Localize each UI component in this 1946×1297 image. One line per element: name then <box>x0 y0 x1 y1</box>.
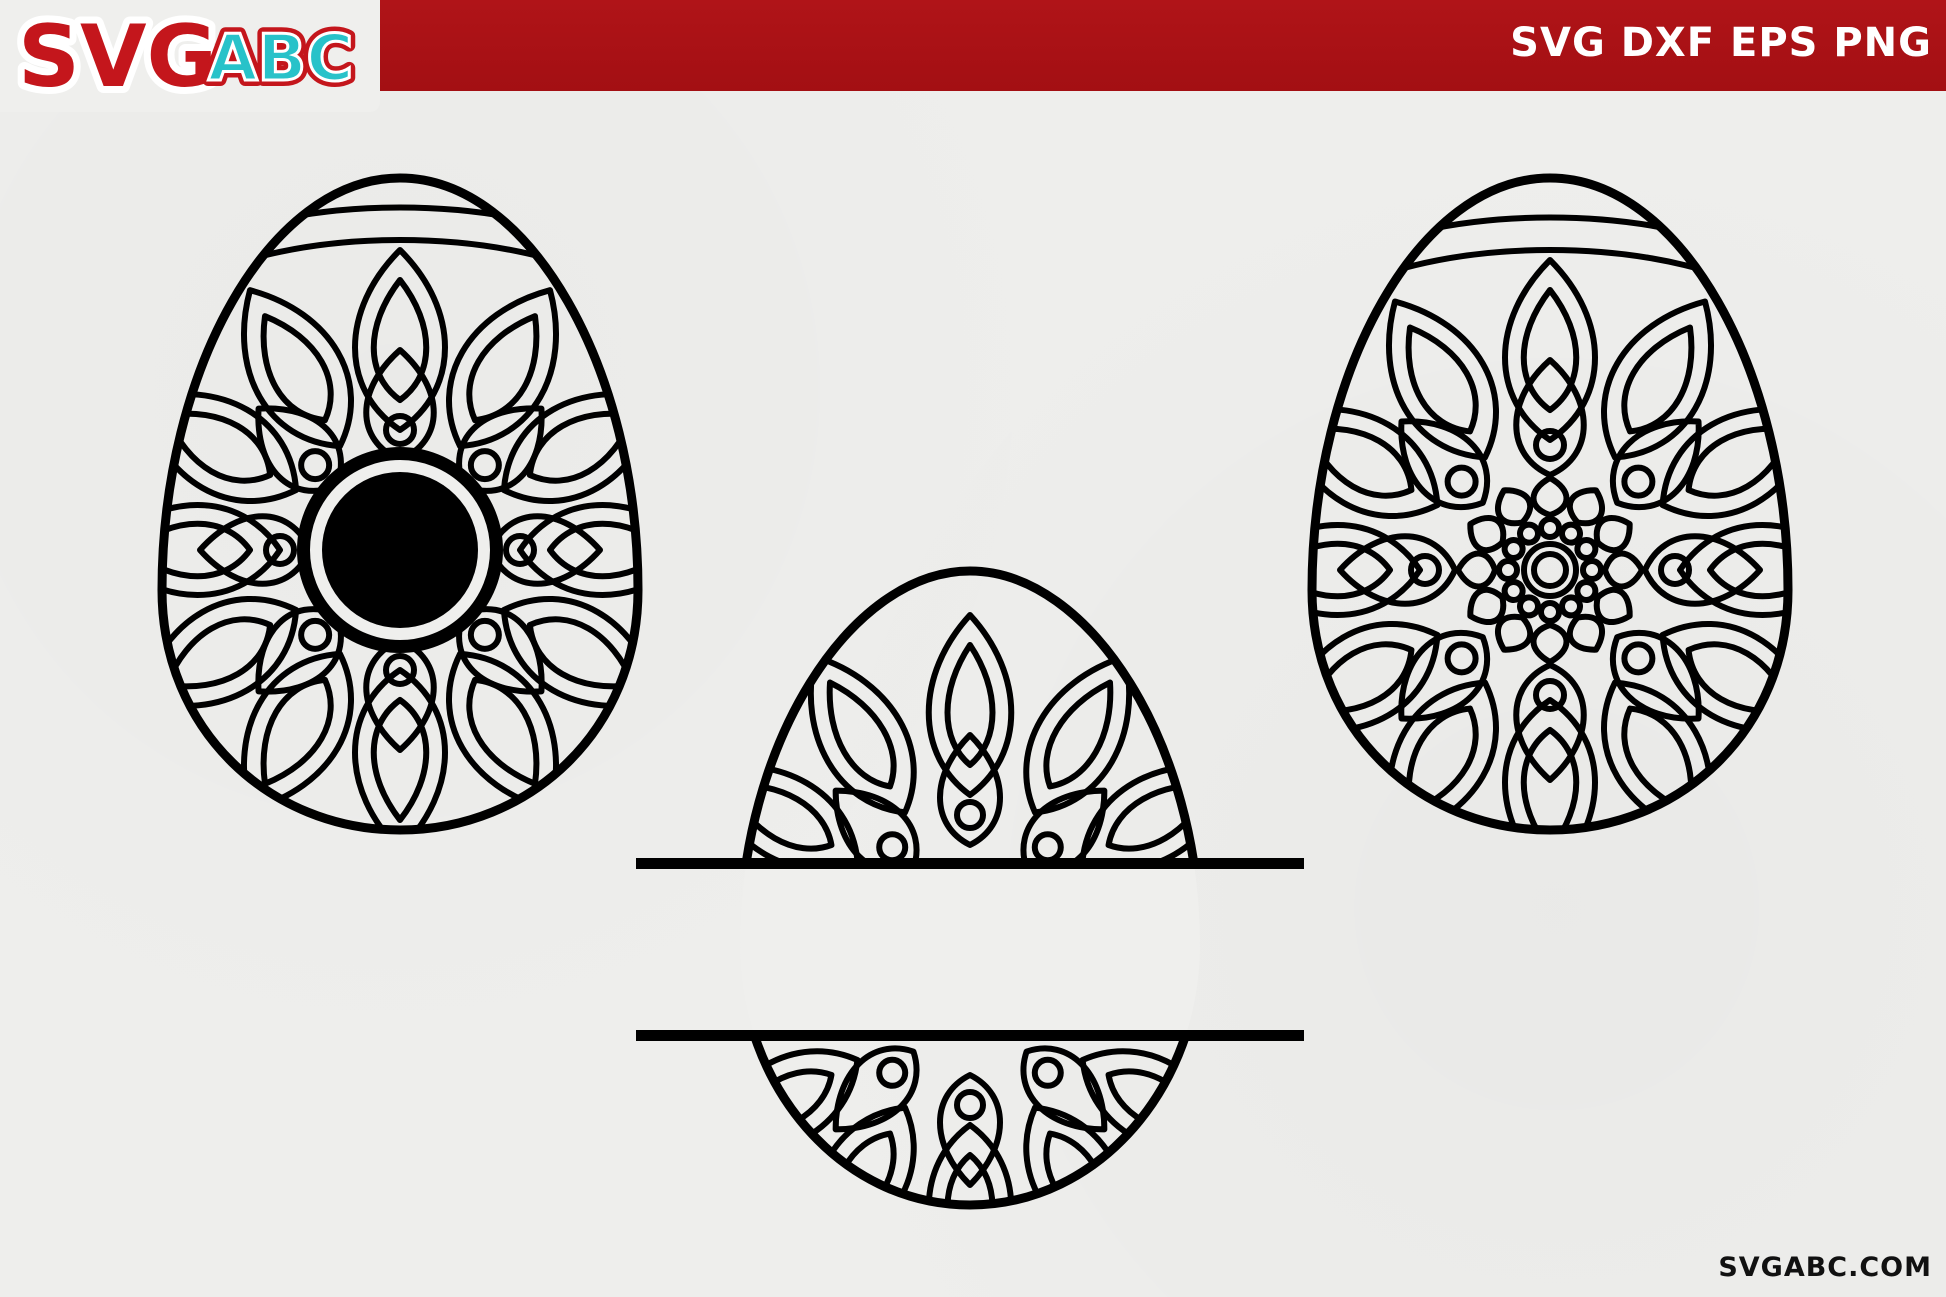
monogram-circle <box>322 472 478 628</box>
brand-logo[interactable]: SVG SVG ABC ABC <box>0 0 380 112</box>
split-bar-bottom <box>636 1030 1304 1041</box>
website-url[interactable]: SVGABC.COM <box>1718 1252 1932 1283</box>
split-bar-top <box>636 858 1304 869</box>
egg-mandala-flower <box>1307 173 1793 835</box>
egg-monogram-circle <box>157 173 643 835</box>
logo-icon: SVG SVG ABC ABC <box>12 6 359 106</box>
logo-abc-text: ABC <box>208 22 353 96</box>
file-formats-label: SVG DXF EPS PNG <box>1510 20 1932 66</box>
logo-svg-text: SVG <box>18 7 217 106</box>
egg-split-name-frame <box>636 566 1304 1210</box>
